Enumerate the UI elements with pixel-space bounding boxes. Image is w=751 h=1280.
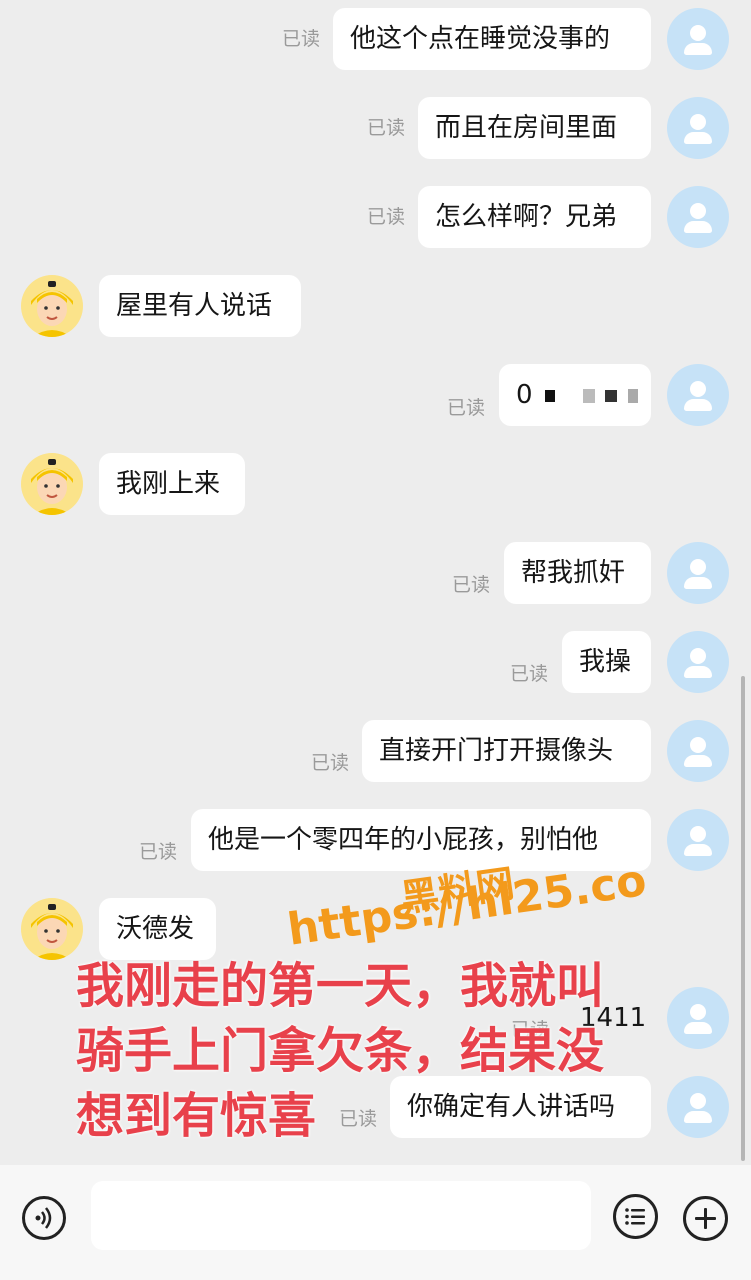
message-bubble[interactable]: 直接开门打开摄像头 <box>362 720 651 782</box>
contact-avatar[interactable] <box>21 898 83 960</box>
read-status: 已读 <box>282 28 321 50</box>
rider-avatar-icon <box>21 275 83 337</box>
message-bubble[interactable]: 我刚上来 <box>99 453 245 515</box>
message-row: 已读 他这个点在睡觉没事的 <box>0 8 751 70</box>
my-avatar[interactable] <box>667 987 729 1049</box>
contact-avatar[interactable] <box>21 275 83 337</box>
message-row: 已读 怎么样啊？兄弟 <box>0 186 751 248</box>
read-status: 已读 <box>139 841 178 863</box>
my-avatar[interactable] <box>667 97 729 159</box>
message-row: 已读 他是一个零四年的小屁孩，别怕他 <box>0 809 751 871</box>
my-avatar[interactable] <box>667 8 729 70</box>
message-row: 已读 我操 <box>0 631 751 693</box>
message-bubble[interactable]: 怎么样啊？兄弟 <box>418 186 651 248</box>
message-bubble[interactable]: 他是一个零四年的小屁孩，别怕他 <box>191 809 651 871</box>
rider-avatar-icon <box>21 453 83 515</box>
message-bubble[interactable]: 他这个点在睡觉没事的 <box>333 8 651 70</box>
my-avatar[interactable] <box>667 364 729 426</box>
message-bubble[interactable]: 沃德发 <box>99 898 216 960</box>
my-avatar[interactable] <box>667 720 729 782</box>
message-bubble[interactable]: 屋里有人说话 <box>99 275 301 337</box>
message-row: 我刚上来 <box>0 453 751 515</box>
redacted-block <box>605 389 618 402</box>
my-avatar[interactable] <box>667 809 729 871</box>
message-bubble[interactable]: 帮我抓奸 <box>504 542 651 604</box>
voice-button[interactable] <box>22 1196 66 1240</box>
read-status: 已读 <box>367 117 406 139</box>
redacted-block <box>583 388 596 403</box>
message-row: 沃德发 <box>0 898 751 960</box>
scrollbar[interactable] <box>741 676 745 1161</box>
input-bar <box>0 1165 751 1280</box>
message-bubble[interactable]: 1411 <box>563 987 651 1049</box>
chat-area[interactable]: 已读 他这个点在睡觉没事的 已读 而且在房间里面 已读 怎么样啊？兄弟 屋里有人… <box>0 0 751 1165</box>
redacted-block <box>544 389 555 402</box>
add-button[interactable] <box>683 1196 728 1241</box>
message-row: 屋里有人说话 <box>0 275 751 337</box>
emoji-list-button[interactable] <box>613 1194 658 1239</box>
emoji-list-icon <box>625 1208 645 1225</box>
my-avatar[interactable] <box>667 1076 729 1138</box>
message-bubble[interactable]: 0 <box>499 364 676 426</box>
message-row: 已读 直接开门打开摄像头 <box>0 720 751 782</box>
message-row: 已读 0 <box>0 364 751 426</box>
read-status: 已读 <box>452 574 491 596</box>
message-row: 已读 你确定有人讲话吗 <box>0 1076 751 1138</box>
my-avatar[interactable] <box>667 631 729 693</box>
read-status: 已读 <box>510 663 549 685</box>
read-status: 已读 <box>511 1019 550 1041</box>
read-status: 已读 <box>367 206 406 228</box>
message-bubble[interactable]: 而且在房间里面 <box>418 97 651 159</box>
plus-icon <box>695 1208 716 1229</box>
my-avatar[interactable] <box>667 186 729 248</box>
message-bubble[interactable]: 我操 <box>562 631 651 693</box>
message-bubble[interactable]: 你确定有人讲话吗 <box>390 1076 651 1138</box>
redacted-block <box>627 388 638 403</box>
my-avatar[interactable] <box>667 542 729 604</box>
message-input[interactable] <box>91 1181 591 1250</box>
message-row: 已读 1411 <box>0 987 751 1049</box>
contact-avatar[interactable] <box>21 453 83 515</box>
read-status: 已读 <box>311 752 350 774</box>
read-status: 已读 <box>339 1108 378 1130</box>
read-status: 已读 <box>447 397 486 419</box>
voice-icon <box>35 1207 52 1229</box>
message-row: 已读 而且在房间里面 <box>0 97 751 159</box>
message-text: 0 <box>516 380 533 410</box>
rider-avatar-icon <box>21 898 83 960</box>
message-row: 已读 帮我抓奸 <box>0 542 751 604</box>
